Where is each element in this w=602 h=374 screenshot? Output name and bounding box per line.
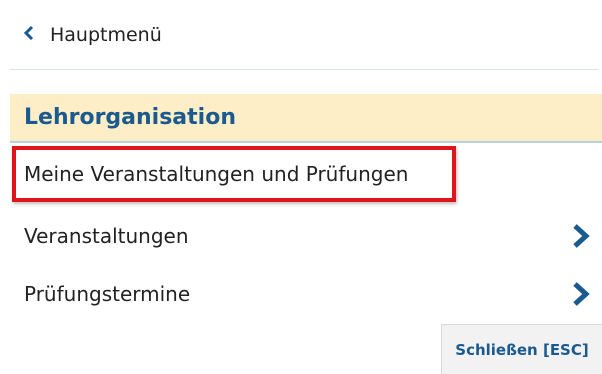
back-to-main-menu[interactable]: Hauptmenü	[10, 0, 598, 70]
chevron-left-icon	[23, 25, 42, 44]
back-label: Hauptmenü	[50, 23, 162, 46]
menu-item-pruefungstermine[interactable]: Prüfungstermine	[10, 266, 602, 322]
chevron-right-icon	[570, 282, 592, 306]
menu-item-label: Meine Veranstaltungen und Prüfungen	[24, 162, 409, 186]
menu-item-veranstaltungen[interactable]: Veranstaltungen	[10, 208, 602, 264]
menu-item-label: Prüfungstermine	[24, 282, 191, 306]
chevron-right-icon	[570, 224, 592, 248]
menu-item-label: Veranstaltungen	[24, 224, 189, 248]
section-title: Lehrorganisation	[10, 94, 602, 143]
menu-item-meine-veranstaltungen[interactable]: Meine Veranstaltungen und Prüfungen	[10, 146, 602, 202]
close-button[interactable]: Schließen [ESC]	[441, 324, 602, 374]
